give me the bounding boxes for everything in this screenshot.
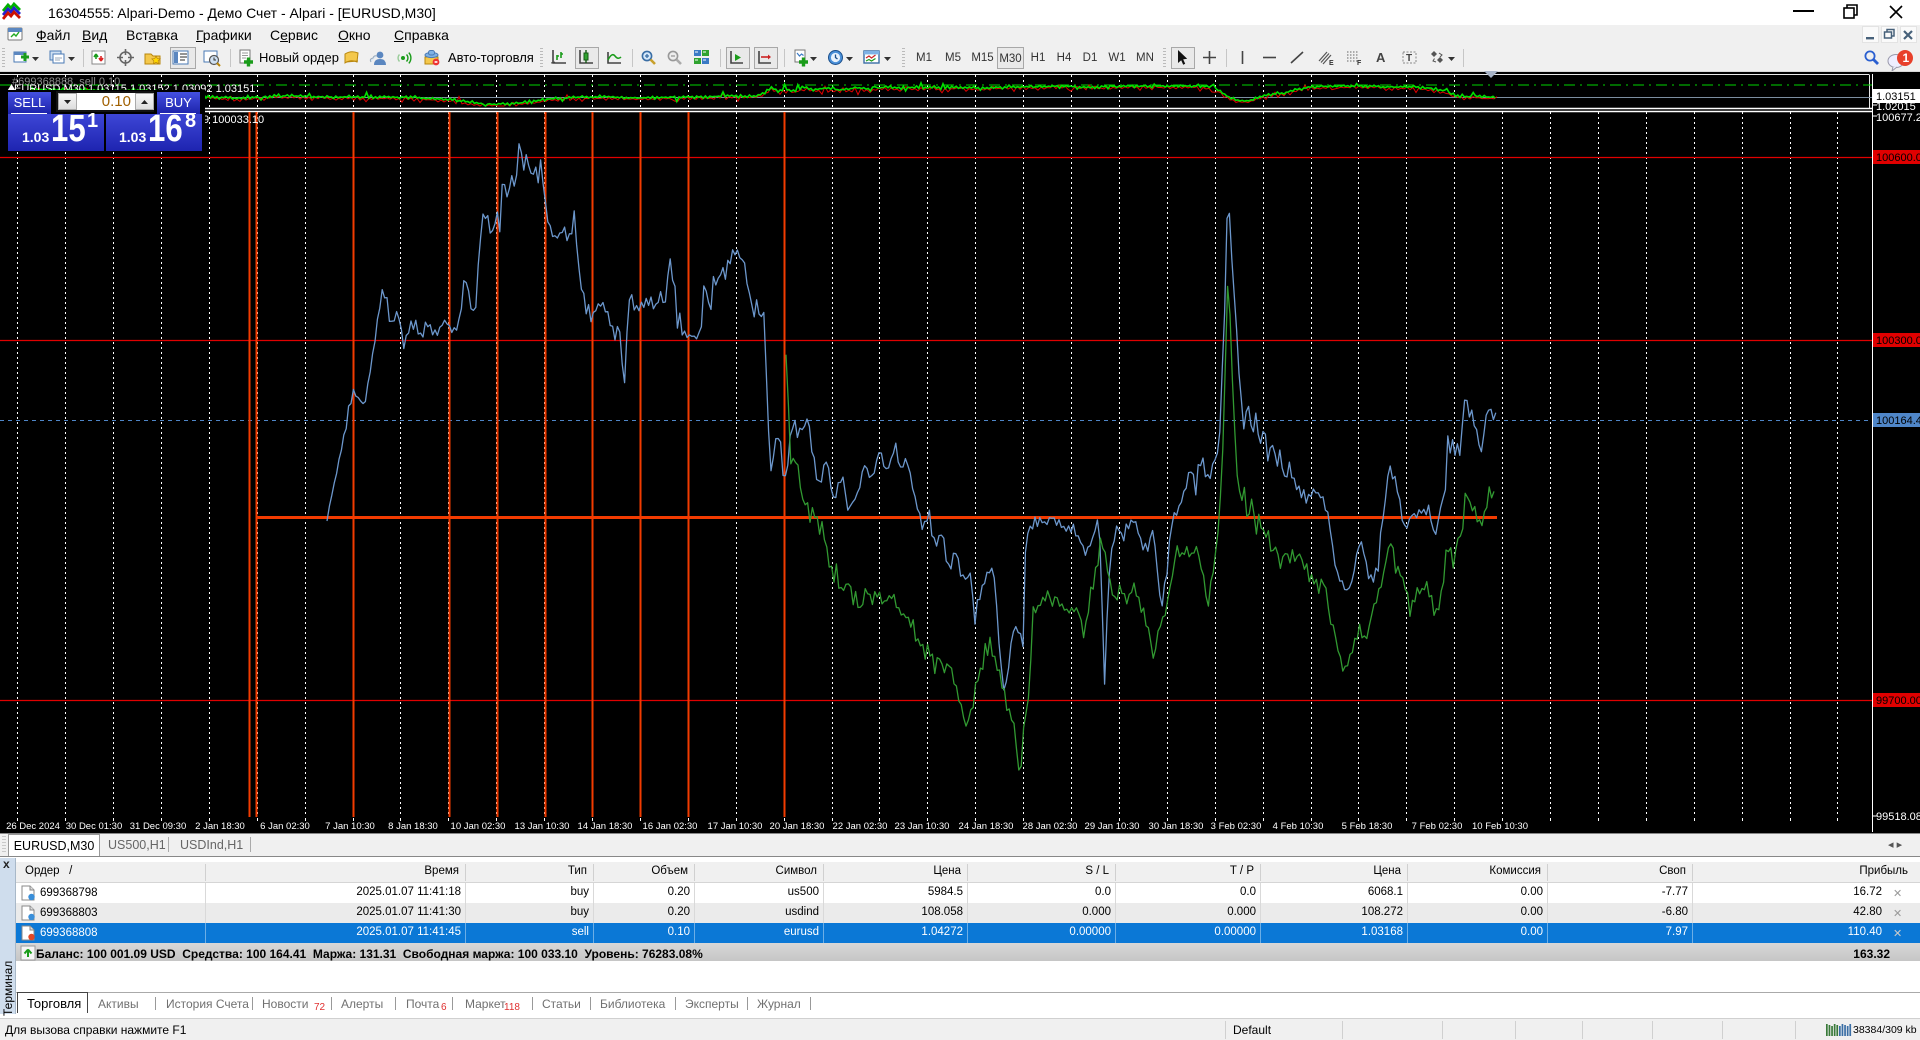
svg-text:99518.08: 99518.08 bbox=[1876, 811, 1920, 823]
svg-text:2 Jan 18:30: 2 Jan 18:30 bbox=[195, 821, 245, 832]
svg-text:100600.08: 100600.08 bbox=[1876, 152, 1920, 164]
svg-text:17 Jan 10:30: 17 Jan 10:30 bbox=[708, 821, 763, 832]
svg-text:6 Jan 02:30: 6 Jan 02:30 bbox=[260, 821, 310, 832]
svg-text:20 Jan 18:30: 20 Jan 18:30 bbox=[770, 821, 825, 832]
svg-text:3 Feb 02:30: 3 Feb 02:30 bbox=[1211, 821, 1262, 832]
svg-text:10 Feb 10:30: 10 Feb 10:30 bbox=[1472, 821, 1528, 832]
svg-text:22 Jan 02:30: 22 Jan 02:30 bbox=[833, 821, 888, 832]
svg-text:24 Jan 18:30: 24 Jan 18:30 bbox=[959, 821, 1014, 832]
svg-text:28 Jan 02:30: 28 Jan 02:30 bbox=[1023, 821, 1078, 832]
svg-text:5 Feb 18:30: 5 Feb 18:30 bbox=[1342, 821, 1393, 832]
svg-text:31 Dec 09:30: 31 Dec 09:30 bbox=[130, 821, 187, 832]
svg-text:30 Jan 18:30: 30 Jan 18:30 bbox=[1149, 821, 1204, 832]
svg-text:8 Jan 18:30: 8 Jan 18:30 bbox=[388, 821, 438, 832]
svg-text:100677.2: 100677.2 bbox=[1876, 112, 1920, 124]
svg-text:100300.08: 100300.08 bbox=[1876, 335, 1920, 347]
svg-text:13 Jan 10:30: 13 Jan 10:30 bbox=[515, 821, 570, 832]
svg-text:14 Jan 18:30: 14 Jan 18:30 bbox=[578, 821, 633, 832]
svg-text:23 Jan 10:30: 23 Jan 10:30 bbox=[895, 821, 950, 832]
svg-text:26 Dec 2024: 26 Dec 2024 bbox=[6, 821, 60, 832]
svg-text:7 Feb 02:30: 7 Feb 02:30 bbox=[1412, 821, 1463, 832]
svg-text:99700.00: 99700.00 bbox=[1876, 695, 1920, 707]
svg-text:10 Jan 02:30: 10 Jan 02:30 bbox=[451, 821, 506, 832]
svg-text:100164.45: 100164.45 bbox=[1876, 415, 1920, 427]
svg-text:30 Dec 01:30: 30 Dec 01:30 bbox=[66, 821, 123, 832]
svg-text:4 Feb 10:30: 4 Feb 10:30 bbox=[1273, 821, 1324, 832]
svg-text:16 Jan 02:30: 16 Jan 02:30 bbox=[643, 821, 698, 832]
svg-text:7 Jan 10:30: 7 Jan 10:30 bbox=[325, 821, 375, 832]
svg-text:9 100033.10: 9 100033.10 bbox=[203, 114, 264, 126]
svg-text:29 Jan 10:30: 29 Jan 10:30 bbox=[1085, 821, 1140, 832]
